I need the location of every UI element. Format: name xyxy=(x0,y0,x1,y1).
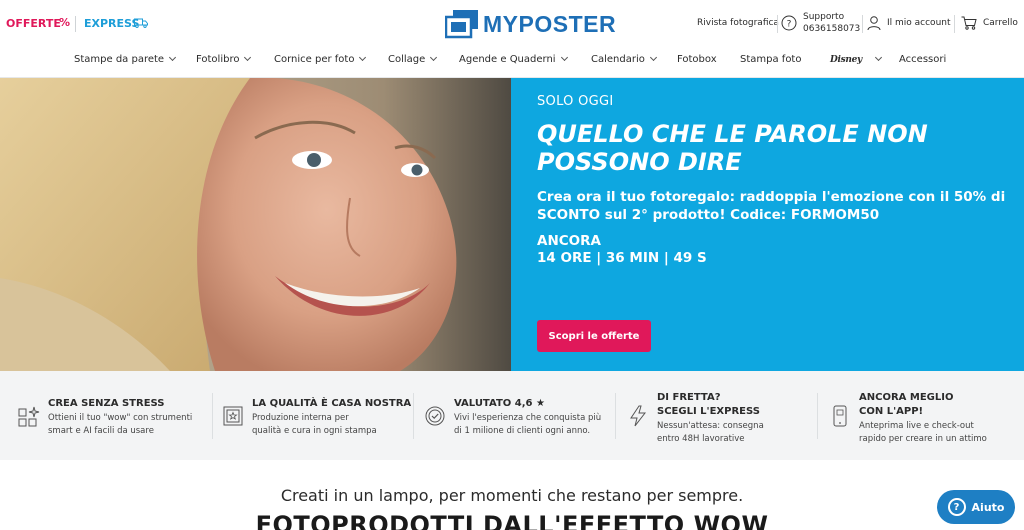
feature-desc: di 1 milione di clienti ogni anno. xyxy=(454,426,591,436)
feature-title: DI FRETTA? xyxy=(657,392,721,403)
nav-label: Accessori xyxy=(899,54,947,65)
sparkle-grid-icon xyxy=(18,406,40,427)
nav-item-stampe[interactable]: Stampe da parete xyxy=(74,53,177,65)
star-frame-icon xyxy=(223,406,243,426)
nav-item-fotolibro[interactable]: Fotolibro xyxy=(196,53,252,65)
section-tagline: Creati in un lampo, per momenti che rest… xyxy=(280,486,744,505)
divider xyxy=(862,15,863,33)
logo-text: MYPOSTER xyxy=(483,10,617,37)
feature-desc: entro 48H lavorative xyxy=(657,434,745,444)
main-nav: Stampe da parete Fotolibro Cornice per f… xyxy=(0,46,1024,78)
feature-desc: qualità e cura in ogni stampa xyxy=(252,426,377,436)
feature-desc: rapido per creare in un attimo xyxy=(859,434,987,444)
support-link[interactable]: ? Supporto 0636158073 xyxy=(781,0,860,46)
feature-title: ANCORA MEGLIO xyxy=(859,392,954,403)
hero-subline: Crea ora il tuo fotoregalo: raddoppia l'… xyxy=(537,189,1006,223)
top-bar: OFFERTE % EXPRESS MYPOSTER Rivista fotog… xyxy=(0,0,1024,46)
feature-desc: Vivi l'esperienza che conquista più xyxy=(454,413,602,423)
nav-label: Agende e Quaderni xyxy=(459,54,556,65)
help-label: Aiuto xyxy=(971,500,1005,514)
help-circle-icon: ? xyxy=(781,15,797,31)
truck-icon xyxy=(134,18,148,28)
nav-item-disney[interactable]: Disney xyxy=(830,53,883,65)
logo-mark-icon xyxy=(445,10,478,39)
rivista-link[interactable]: Rivista fotografica xyxy=(697,0,779,46)
divider xyxy=(75,16,76,32)
hero-promo-panel: SOLO OGGI QUELLO CHE LE PAROLE NON POSSO… xyxy=(511,78,1024,371)
divider xyxy=(954,15,955,33)
divider xyxy=(615,393,616,439)
nav-label: Fotobox xyxy=(677,54,717,65)
scopri-offerte-button[interactable]: Scopri le offerte xyxy=(537,320,651,352)
nav-item-fotobox[interactable]: Fotobox xyxy=(677,54,717,65)
chevron-down-icon xyxy=(649,53,657,62)
percent-icon: % xyxy=(59,16,71,29)
svg-text:?: ? xyxy=(787,20,792,30)
feature-desc: Produzione interna per xyxy=(252,413,349,423)
countdown-label: ANCORA xyxy=(537,233,601,249)
chevron-down-icon xyxy=(359,53,367,62)
hero-banner: SOLO OGGI QUELLO CHE LE PAROLE NON POSSO… xyxy=(0,78,1024,371)
check-badge-icon xyxy=(425,406,445,426)
section-title: FOTOPRODOTTI DALL'EFFETTO WOW xyxy=(255,511,769,530)
disney-logo: Disney xyxy=(830,55,862,65)
chevron-down-icon xyxy=(244,53,252,62)
feature-title-2: SCEGLI L'EXPRESS xyxy=(657,406,760,417)
feature-title-2: CON L'APP! xyxy=(859,406,924,417)
nav-label: Stampe da parete xyxy=(74,54,165,65)
features-band: CREA SENZA STRESS Ottieni il tuo "wow" c… xyxy=(0,371,1024,460)
support-phone: 0636158073 xyxy=(803,24,861,34)
cart-link[interactable]: Carrello xyxy=(961,0,1018,46)
divider xyxy=(212,393,213,439)
divider xyxy=(777,15,778,33)
nav-label: Calendario xyxy=(591,54,645,65)
smiling-woman-image xyxy=(0,78,511,371)
phone-app-icon xyxy=(833,405,847,427)
chevron-down-icon xyxy=(430,53,438,62)
account-label: Il mio account xyxy=(887,18,951,28)
chevron-down-icon xyxy=(874,53,883,62)
feature-desc: smart e AI facili da usare xyxy=(48,426,154,436)
feature-title: LA QUALITÀ È CASA NOSTRA xyxy=(252,398,412,409)
rivista-label: Rivista fotografica xyxy=(697,18,779,28)
offerte-link[interactable]: OFFERTE xyxy=(6,17,61,30)
user-icon xyxy=(867,16,881,31)
support-label: Supporto xyxy=(803,12,845,22)
help-chat-button[interactable]: ? Aiuto xyxy=(937,490,1015,524)
hero-headline: QUELLO CHE LE PAROLE NON POSSONO DIRE xyxy=(537,120,928,176)
nav-label: Fotolibro xyxy=(196,54,240,65)
divider xyxy=(413,393,414,439)
cart-label: Carrello xyxy=(983,18,1018,28)
nav-item-accessori[interactable]: Accessori xyxy=(899,54,946,65)
nav-label: Cornice per foto xyxy=(274,54,355,65)
feature-title: CREA SENZA STRESS xyxy=(48,398,165,409)
nav-label: Collage xyxy=(388,54,426,65)
nav-item-calendario[interactable]: Calendario xyxy=(591,53,657,65)
feature-title: VALUTATO 4,6 ★ xyxy=(454,398,545,409)
chevron-down-icon xyxy=(169,53,177,62)
help-icon: ? xyxy=(947,498,966,516)
divider xyxy=(817,393,818,439)
chevron-down-icon xyxy=(560,53,568,62)
cart-icon xyxy=(961,16,977,30)
account-link[interactable]: Il mio account xyxy=(867,0,951,46)
hero-eyebrow: SOLO OGGI xyxy=(537,94,614,109)
nav-item-stampa-foto[interactable]: Stampa foto xyxy=(740,54,801,65)
feature-desc: Ottieni il tuo "wow" con strumenti xyxy=(48,413,193,423)
nav-label: Stampa foto xyxy=(740,54,802,65)
myposter-logo[interactable]: MYPOSTER xyxy=(445,9,616,39)
nav-item-collage[interactable]: Collage xyxy=(388,53,438,65)
hero-photo[interactable] xyxy=(0,78,511,371)
nav-item-agende[interactable]: Agende e Quaderni xyxy=(459,53,568,65)
feature-desc: Anteprima live e check-out xyxy=(859,421,974,431)
feature-desc: Nessun'attesa: consegna xyxy=(657,421,764,431)
countdown: ANCORA 14 ORE | 36 MIN | 49 S xyxy=(537,233,707,267)
lightning-icon xyxy=(630,405,647,427)
countdown-value: 14 ORE | 36 MIN | 49 S xyxy=(537,250,707,266)
nav-item-cornice[interactable]: Cornice per foto xyxy=(274,53,367,65)
express-link[interactable]: EXPRESS xyxy=(84,17,139,30)
